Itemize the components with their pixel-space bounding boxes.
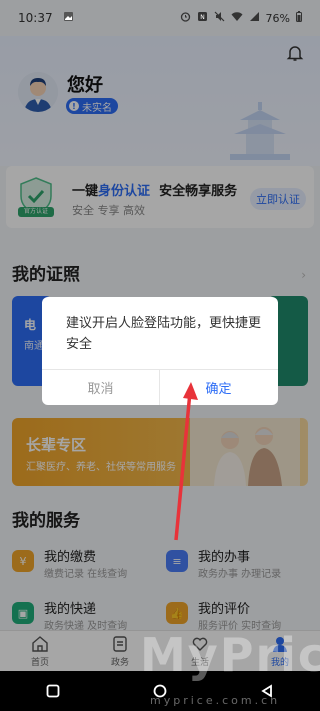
cancel-button[interactable]: 取消 bbox=[42, 370, 159, 405]
mute-icon bbox=[214, 11, 225, 25]
face-login-dialog: 建议开启人脸登陆功能，更快捷更安全 取消 确定 bbox=[42, 297, 278, 405]
svg-text:N: N bbox=[200, 14, 205, 21]
alarm-icon bbox=[180, 11, 191, 25]
nfc-icon: N bbox=[197, 11, 208, 25]
wifi-icon bbox=[231, 11, 243, 25]
status-bar: 10:37 N 76% bbox=[0, 0, 320, 36]
confirm-button[interactable]: 确定 bbox=[160, 370, 277, 405]
signal-icon bbox=[249, 11, 260, 25]
dialog-message: 建议开启人脸登陆功能，更快捷更安全 bbox=[66, 316, 262, 352]
battery-icon bbox=[296, 11, 302, 25]
gallery-notification-icon bbox=[63, 11, 74, 25]
watermark-url: myprice.com.cn bbox=[150, 694, 281, 707]
battery-text: 76% bbox=[265, 11, 290, 25]
status-icons: N 76% bbox=[180, 11, 302, 25]
recents-button-icon[interactable] bbox=[46, 684, 60, 698]
watermark-logo: MyPrice bbox=[140, 628, 320, 682]
status-time: 10:37 bbox=[18, 11, 53, 25]
